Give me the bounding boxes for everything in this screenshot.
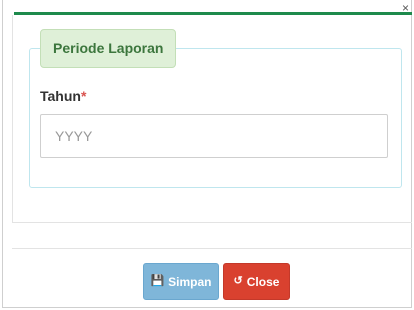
footer-divider <box>12 248 412 249</box>
undo-icon: ↺ <box>233 275 243 287</box>
required-asterisk: * <box>80 88 87 104</box>
year-label: Tahun* <box>40 88 86 104</box>
fieldset-legend: Periode Laporan <box>40 29 177 68</box>
save-button[interactable]: 💾 Simpan <box>143 263 219 300</box>
year-label-text: Tahun <box>40 88 81 104</box>
year-input[interactable] <box>40 114 388 158</box>
floppy-disk-icon: 💾 <box>150 275 165 287</box>
close-button[interactable]: ↺ Close <box>223 263 290 300</box>
save-button-label: Simpan <box>168 274 212 289</box>
modal-close-icon[interactable]: × <box>402 2 409 14</box>
close-button-label: Close <box>246 274 280 289</box>
